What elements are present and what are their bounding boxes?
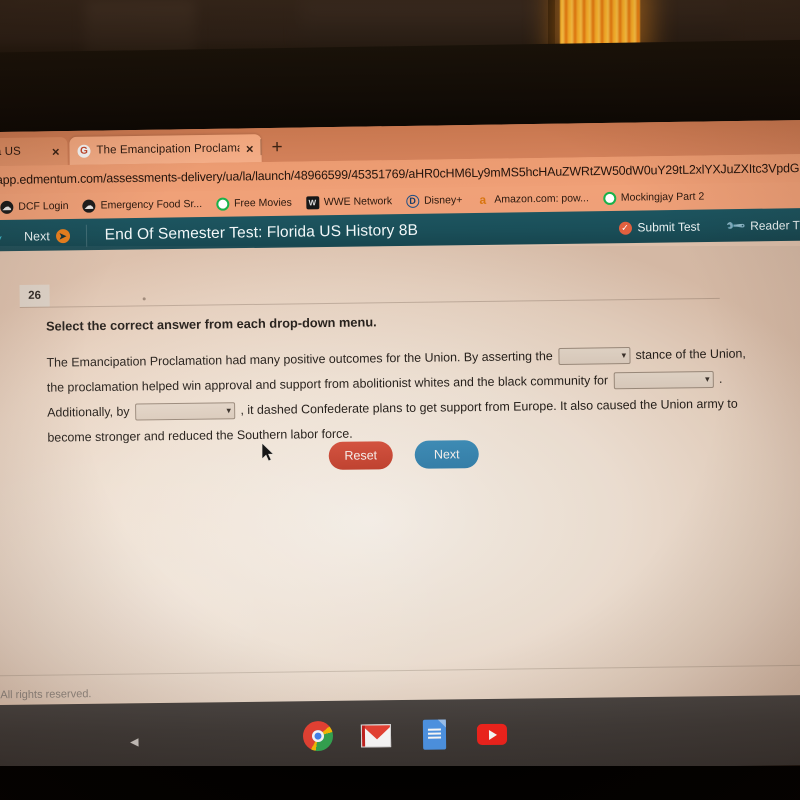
arrow-right-circle-icon: ➤ xyxy=(55,228,70,244)
bookmark-free-movies[interactable]: Free Movies xyxy=(215,196,292,211)
new-tab-button[interactable]: + xyxy=(271,137,282,158)
screen-speck xyxy=(142,297,146,301)
bookmark-dcf-login[interactable]: ☁ DCF Login xyxy=(0,199,69,214)
dropdown-2[interactable] xyxy=(613,371,714,390)
bookmark-label: Amazon.com: pow... xyxy=(494,192,589,206)
google-icon: G xyxy=(77,144,91,158)
gmail-icon[interactable] xyxy=(360,720,392,750)
question-number: 26 xyxy=(19,284,50,308)
browser-tab-emancipation-proclamation[interactable]: G The Emancipation Proclamation × xyxy=(69,134,262,165)
toolbar-divider xyxy=(85,224,87,247)
bookmark-label: DCF Login xyxy=(18,199,69,213)
tab-title: The Emancipation Proclamation xyxy=(96,142,240,157)
reset-button[interactable]: Reset xyxy=(328,441,393,470)
ambient-room-background xyxy=(0,0,800,136)
browser-tab-florida-us[interactable]: Florida US × xyxy=(0,136,68,167)
question-stem: The Emancipation Proclamation had many p… xyxy=(46,341,762,450)
screen-bottom-edge xyxy=(0,766,800,800)
close-icon[interactable]: × xyxy=(246,141,254,156)
page-title: End Of Semester Test: Florida US History… xyxy=(104,221,419,244)
launcher-icon[interactable]: ◀ xyxy=(130,735,139,748)
test-content-page: 26 Select the correct answer from each d… xyxy=(0,240,800,708)
wwe-icon: W xyxy=(305,195,319,209)
submit-test-button[interactable]: ✓ Submit Test xyxy=(604,219,714,235)
tab-title: Florida US xyxy=(0,145,21,159)
stem-text-1: The Emancipation Proclamation had many p… xyxy=(46,348,557,370)
green-circle-icon xyxy=(215,197,230,211)
submit-test-label: Submit Test xyxy=(637,219,701,235)
question-instruction: Select the correct answer from each drop… xyxy=(45,314,377,334)
screenshot-root: Florida US × G The Emancipation Proclama… xyxy=(0,0,800,800)
room-shadow-center xyxy=(300,0,540,50)
toolbar-next-button[interactable]: Next ➤ xyxy=(23,228,70,244)
green-circle-icon xyxy=(602,191,616,205)
bookmark-label: Disney+ xyxy=(423,194,463,207)
toolbar-next-label: Next xyxy=(23,229,50,244)
dropdown-1[interactable] xyxy=(558,347,631,366)
bookmark-label: Mockingjay Part 2 xyxy=(620,190,705,204)
bookmark-mockingjay[interactable]: Mockingjay Part 2 xyxy=(602,190,705,205)
reader-tools-label: Reader T xyxy=(750,218,800,233)
close-icon[interactable]: × xyxy=(52,144,60,159)
next-button[interactable]: Next xyxy=(414,440,479,469)
dropdown-3[interactable] xyxy=(134,402,236,421)
bookmark-emergency-food[interactable]: ☁ Emergency Food Sr... xyxy=(82,197,203,213)
globe-icon: ☁ xyxy=(0,200,14,214)
window-light-glow xyxy=(560,0,640,48)
bookmark-amazon[interactable]: a Amazon.com: pow... xyxy=(476,192,589,207)
bookmark-label: Emergency Food Sr... xyxy=(100,197,203,212)
footer-divider xyxy=(0,664,800,677)
copyright-text: . All rights reserved. xyxy=(0,688,92,702)
wrench-icon: 🔧 xyxy=(724,214,747,237)
tab-separator xyxy=(260,139,262,156)
toolbar-actions: ✓ Submit Test 🔧 Reader T xyxy=(604,215,800,237)
check-circle-icon: ✓ xyxy=(618,221,632,235)
bookmark-label: Free Movies xyxy=(233,196,292,210)
question-divider xyxy=(19,297,720,309)
checkmark-icon[interactable]: ✓ xyxy=(0,232,7,250)
chrome-icon[interactable] xyxy=(302,720,334,752)
bookmark-disney-plus[interactable]: D Disney+ xyxy=(405,194,463,208)
globe-icon: ☁ xyxy=(82,199,96,213)
amazon-icon: a xyxy=(479,192,487,207)
reader-tools-button[interactable]: 🔧 Reader T xyxy=(714,215,800,237)
bookmark-wwe-network[interactable]: W WWE Network xyxy=(305,195,393,209)
youtube-icon[interactable] xyxy=(476,719,508,749)
taskbar-shelf: ◀ xyxy=(0,694,800,776)
google-docs-icon[interactable] xyxy=(419,719,449,750)
bookmark-label: WWE Network xyxy=(323,195,393,209)
disney-icon: D xyxy=(405,194,420,208)
